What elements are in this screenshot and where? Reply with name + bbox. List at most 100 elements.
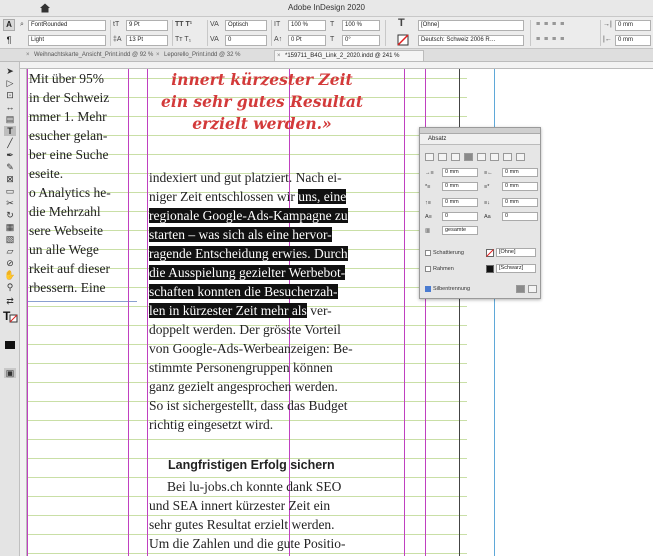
border-color-field[interactable]: [Schwarz] <box>496 264 536 273</box>
last-line-indent-icon: ≡* <box>484 184 490 190</box>
skew-field[interactable]: 0° <box>342 35 380 46</box>
horizontal-ruler[interactable] <box>20 62 653 69</box>
character-style-field[interactable]: [Ohne] <box>418 20 524 31</box>
character-controls-button[interactable]: A <box>3 19 15 31</box>
span-columns-field[interactable]: gesamte <box>442 226 478 235</box>
drop-cap-chars-field[interactable]: 0 <box>502 212 538 221</box>
text-line: sere Webseite <box>29 223 104 238</box>
shading-swatch-icon <box>486 249 494 257</box>
close-icon[interactable]: × <box>156 50 160 61</box>
apply-color-icon[interactable] <box>4 340 16 350</box>
left-indent-field[interactable]: 0 mm <box>442 168 478 177</box>
body-line: Um die Zahlen und die gute Positio- <box>149 536 346 551</box>
second-text-block[interactable]: Bei lu-jobs.ch konnte dank SEO und SEA i… <box>149 477 405 553</box>
pull-quote[interactable]: innert kürzester Zeit ein sehr gutes Res… <box>147 69 377 135</box>
hyphenation-checkbox[interactable] <box>425 286 431 292</box>
pencil-tool-icon[interactable]: ✎ <box>4 162 16 172</box>
swap-fill-stroke-icon[interactable]: ⇄ <box>4 296 16 306</box>
gradient-swatch-tool-icon[interactable]: ▦ <box>4 222 16 232</box>
grid-align-button[interactable] <box>516 285 525 293</box>
screen-mode-icon[interactable]: ▣ <box>4 368 16 378</box>
tab-document-1[interactable]: × Weihnachtskarte_Ansicht_Print.indd @ 92… <box>24 50 154 61</box>
tab-document-2[interactable]: × Leporello_Print.indd @ 32 % <box>154 50 274 61</box>
text-line: eseite. <box>29 166 64 181</box>
rectangle-tool-icon[interactable]: ▭ <box>4 186 16 196</box>
eyedropper-tool-icon[interactable]: ⊘ <box>4 258 16 268</box>
align-center-button[interactable] <box>438 153 447 161</box>
drop-cap-lines-field[interactable]: 0 <box>442 212 478 221</box>
document-canvas[interactable]: Mit über 95% in der Schweiz mmer 1. Mehr… <box>27 69 653 556</box>
shading-checkbox[interactable] <box>425 250 431 256</box>
language-field[interactable]: Deutsch: Schweiz 2006 R… <box>418 35 524 46</box>
align-buttons[interactable]: ≡ ≡ ≡ ≡ <box>536 20 565 30</box>
stroke-none-icon[interactable] <box>397 34 409 46</box>
justify-all-button[interactable] <box>503 153 512 161</box>
line-tool-icon[interactable]: ╱ <box>4 138 16 148</box>
body-line: die Ausspielung gezielter Werbebot- <box>149 263 405 282</box>
vertical-scale-field[interactable]: 100 % <box>288 20 326 31</box>
rectangle-frame-tool-icon[interactable]: ⊠ <box>4 174 16 184</box>
right-indent-field[interactable]: 0 mm <box>615 35 651 46</box>
baseline-shift-field[interactable]: 0 Pt <box>288 35 326 46</box>
small-caps-button[interactable]: Tт T₁ <box>175 35 191 45</box>
drop-cap-lines-icon: A≡ <box>425 214 432 220</box>
gap-tool-icon[interactable]: ↔ <box>4 102 16 112</box>
leading-field[interactable]: 13 Pt <box>126 35 168 46</box>
fill-color-icon[interactable]: T <box>398 18 405 29</box>
align-left-button[interactable] <box>425 153 434 161</box>
type-tool-icon[interactable]: T <box>4 126 16 136</box>
free-transform-tool-icon[interactable]: ↻ <box>4 210 16 220</box>
scissors-tool-icon[interactable]: ✂ <box>4 198 16 208</box>
space-before-field[interactable]: 0 mm <box>442 198 478 207</box>
align-spine-button[interactable] <box>516 153 525 161</box>
span-columns-icon: ▥ <box>425 228 431 234</box>
pen-tool-icon[interactable]: ✒ <box>4 150 16 160</box>
font-style-field[interactable]: Light <box>28 35 106 46</box>
main-text-frame[interactable]: indexiert und gut platziert. Nach ei- ni… <box>149 168 405 434</box>
justify-left-button[interactable] <box>464 153 473 161</box>
first-line-indent-field[interactable]: 0 mm <box>442 182 478 191</box>
border-checkbox[interactable] <box>425 266 431 272</box>
font-family-field[interactable]: FontRounded <box>28 20 106 31</box>
body-line: stimmte Personengruppen können <box>149 360 333 375</box>
paragraph-panel[interactable]: Absatz →≡ 0 mm ≡← 0 mm *≡ 0 mm ≡* 0 mm ↑… <box>419 127 541 299</box>
last-line-indent-field[interactable]: 0 mm <box>502 182 538 191</box>
all-caps-button[interactable]: TT T¹ <box>175 20 192 30</box>
fill-stroke-icon[interactable]: T <box>3 309 18 324</box>
selection-tool-icon[interactable]: ➤ <box>4 66 16 76</box>
kerning-field[interactable]: Optisch <box>225 20 267 31</box>
separator <box>385 20 386 46</box>
tab-document-3[interactable]: × *159711_B4G_Link_2_2020.indd @ 241 % <box>274 50 424 61</box>
right-indent-field[interactable]: 0 mm <box>502 168 538 177</box>
tab-label: Leporello_Print.indd @ 32 % <box>164 52 241 58</box>
note-tool-icon[interactable]: ▱ <box>4 246 16 256</box>
justify-center-button[interactable] <box>477 153 486 161</box>
gradient-feather-tool-icon[interactable]: ▧ <box>4 234 16 244</box>
zoom-tool-icon[interactable]: ⚲ <box>4 282 16 292</box>
left-indent-icon: →≡ <box>425 170 434 176</box>
align-right-button[interactable] <box>451 153 460 161</box>
close-icon[interactable]: × <box>26 50 30 61</box>
grid-off-button[interactable] <box>528 285 537 293</box>
subheading[interactable]: Langfristigen Erfolg sichern <box>168 458 335 472</box>
horizontal-scale-field[interactable]: 100 % <box>342 20 380 31</box>
close-icon[interactable]: × <box>277 51 281 62</box>
font-size-field[interactable]: 9 Pt <box>126 20 168 31</box>
page-tool-icon[interactable]: ⊡ <box>4 90 16 100</box>
direct-selection-tool-icon[interactable]: ▷ <box>4 78 16 88</box>
justify-right-button[interactable] <box>490 153 499 161</box>
selected-text: uns, eine <box>298 189 347 204</box>
content-collector-icon[interactable]: ▤ <box>4 114 16 124</box>
justify-buttons[interactable]: ≡ ≡ ≡ ≡ <box>536 35 565 45</box>
left-column-text[interactable]: Mit über 95% in der Schweiz mmer 1. Mehr… <box>29 69 129 297</box>
body-line: und SEA innert kürzester Zeit ein <box>149 498 331 513</box>
hand-tool-icon[interactable]: ✋ <box>4 270 16 280</box>
vertical-ruler[interactable] <box>20 69 27 556</box>
panel-tab-absatz[interactable]: Absatz <box>420 134 540 145</box>
left-indent-field[interactable]: 0 mm <box>615 20 651 31</box>
space-after-field[interactable]: 0 mm <box>502 198 538 207</box>
tracking-field[interactable]: 0 <box>225 35 267 46</box>
paragraph-controls-button[interactable]: ¶ <box>3 34 15 46</box>
body-line: ragende Entscheidung erwies. Durch <box>149 244 405 263</box>
shading-color-field[interactable]: [Ohne] <box>496 248 536 257</box>
